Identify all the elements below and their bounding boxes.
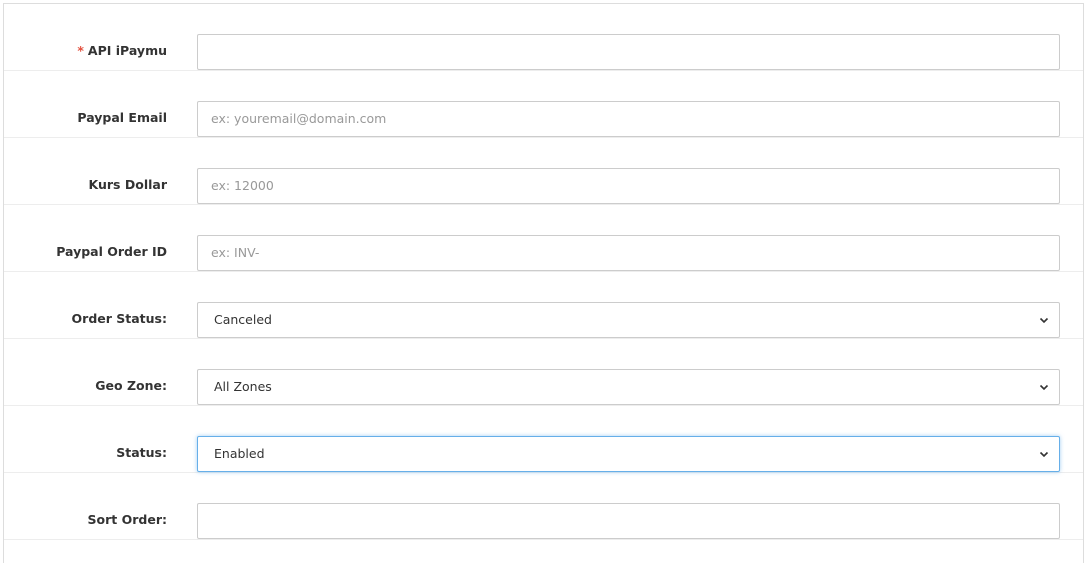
api-ipaymu-field[interactable] <box>197 34 1060 70</box>
order-status-select[interactable]: Canceled <box>197 302 1060 338</box>
paypal-email-input[interactable] <box>211 103 1046 135</box>
form-row-status: Status: Enabled <box>4 406 1083 473</box>
field-label-kurs-dollar: Kurs Dollar <box>88 177 167 192</box>
chevron-down-icon <box>1039 384 1049 391</box>
sort-order-field[interactable] <box>197 503 1060 539</box>
kurs-dollar-field[interactable] <box>197 168 1060 204</box>
geo-zone-select[interactable]: All Zones <box>197 369 1060 405</box>
form-row-sort-order: Sort Order: <box>4 473 1083 540</box>
form-row-geo-zone: Geo Zone: All Zones <box>4 339 1083 406</box>
field-label-order-status: Order Status: <box>71 311 167 326</box>
sort-order-input[interactable] <box>211 505 1046 537</box>
field-label-geo-zone: Geo Zone: <box>95 378 167 393</box>
api-ipaymu-input[interactable] <box>211 36 1046 68</box>
paypal-order-id-field[interactable] <box>197 235 1060 271</box>
chevron-down-icon <box>1039 317 1049 324</box>
kurs-dollar-input[interactable] <box>211 170 1046 202</box>
form-row-api-ipaymu: * API iPaymu <box>4 4 1083 71</box>
form-row-order-status: Order Status: Canceled <box>4 272 1083 339</box>
paypal-order-id-input[interactable] <box>211 237 1046 269</box>
form-row-paypal-email: Paypal Email <box>4 71 1083 138</box>
geo-zone-selected-value: All Zones <box>214 379 272 394</box>
field-label-text: API iPaymu <box>87 43 167 58</box>
field-label-paypal-email: Paypal Email <box>77 110 167 125</box>
form-row-paypal-order-id: Paypal Order ID <box>4 205 1083 272</box>
chevron-down-icon <box>1039 451 1049 458</box>
field-label-sort-order: Sort Order: <box>87 512 167 527</box>
order-status-selected-value: Canceled <box>214 312 272 327</box>
field-label-api-ipaymu: * API iPaymu <box>77 4 167 71</box>
required-marker: * <box>77 43 84 58</box>
payment-settings-form: *API iPaymu Paypal Email Kurs Dollar Pay… <box>3 3 1084 563</box>
form-row-kurs-dollar: Kurs Dollar <box>4 138 1083 205</box>
paypal-email-field[interactable] <box>197 101 1060 137</box>
field-label-status: Status: <box>116 445 167 460</box>
field-label-paypal-order-id: Paypal Order ID <box>56 244 167 259</box>
status-select[interactable]: Enabled <box>197 436 1060 472</box>
status-selected-value: Enabled <box>214 446 265 461</box>
